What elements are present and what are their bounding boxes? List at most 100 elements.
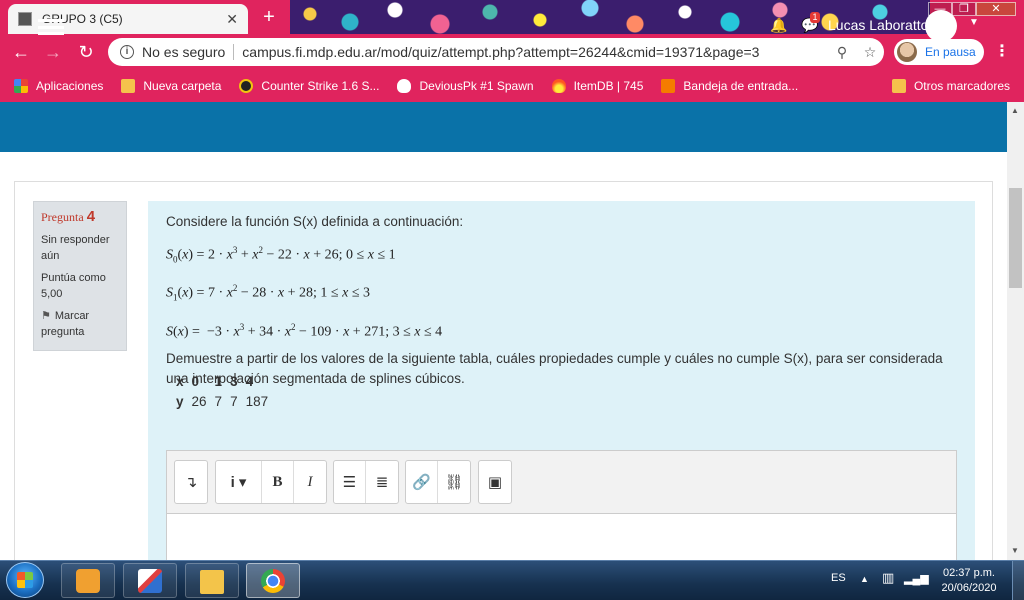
image-icon[interactable]: ▣ (479, 461, 511, 503)
scroll-down-icon[interactable]: ▼ (1011, 546, 1019, 555)
bookmark-itemdb[interactable]: ItemDB | 745 (551, 79, 643, 93)
table-header-x: x (176, 374, 184, 389)
flag-question-link[interactable]: ⚑ Marcar pregunta (41, 308, 119, 340)
network-signal-icon[interactable]: ▂▄▆ (904, 572, 929, 585)
question-number: 4 (86, 208, 96, 225)
table-row: x 0 1 3 4 (172, 372, 272, 392)
language-indicator[interactable]: ES (831, 572, 846, 584)
ordered-list-icon[interactable]: ≣ (366, 461, 398, 503)
info-icon[interactable]: i (120, 45, 134, 59)
equation-s: S(x) = −3 · x3 + 34 · x2 − 109 · x + 271… (166, 321, 443, 340)
bookmark-nueva-carpeta[interactable]: Nueva carpeta (121, 79, 221, 93)
close-window-button[interactable]: ✕ (976, 2, 1016, 16)
taskbar-clock[interactable]: 02:37 p.m. 20/06/2020 (934, 566, 1004, 596)
star-icon[interactable]: ☆ (856, 44, 884, 61)
hamburger-menu-icon[interactable] (38, 19, 64, 35)
toolbar-group-toggle: ↴ (174, 460, 208, 504)
bookmark-bandeja[interactable]: Bandeja de entrada... (661, 79, 798, 93)
table-cell: 1 (214, 374, 223, 389)
bookmark-label: Counter Strike 1.6 S... (261, 79, 380, 93)
link-icon[interactable]: 🔗 (406, 461, 438, 503)
windows-logo-icon (17, 572, 33, 588)
tab-close-icon[interactable]: ✕ (226, 11, 238, 28)
bell-icon[interactable]: 🔔 (770, 17, 787, 34)
unordered-list-icon[interactable]: ☰ (334, 461, 366, 503)
bookmarks-bar: Aplicaciones Nueva carpeta Counter Strik… (0, 70, 1024, 102)
question-grade: Puntúa como 5,00 (41, 272, 106, 300)
forward-arrow-icon[interactable]: → (42, 42, 64, 62)
vertical-scrollbar[interactable] (1007, 102, 1024, 560)
bookmark-label: Aplicaciones (36, 79, 104, 93)
table-cell: 26 (191, 394, 207, 409)
maximize-button[interactable]: ❐ (952, 2, 976, 16)
url-text[interactable]: campus.fi.mdp.edu.ar/mod/quiz/attempt.ph… (242, 44, 828, 60)
question-label: Pregunta (41, 210, 84, 224)
insecure-label[interactable]: No es seguro (142, 44, 225, 60)
bookmark-label: Bandeja de entrada... (683, 79, 799, 93)
address-bar[interactable]: i No es seguro campus.fi.mdp.edu.ar/mod/… (108, 38, 884, 66)
device-icon[interactable]: ▥ (882, 570, 894, 586)
zoom-icon[interactable]: ⚲ (828, 44, 856, 61)
unlink-icon[interactable]: ⛓ (438, 461, 470, 503)
address-separator (233, 44, 235, 60)
bookmark-label: Otros marcadores (913, 79, 1010, 93)
profile-avatar (897, 42, 917, 62)
toolbar-group-format: i ▾ B I (215, 460, 327, 504)
equation-s0: S0(x) = 2 · x3 + x2 − 22 · x + 26; 0 ≤ x… (166, 245, 396, 265)
table-cell: 7 (230, 394, 238, 409)
toolbar-group-links: 🔗 ⛓ (405, 460, 471, 504)
table-cell: 0 (191, 374, 200, 389)
folder-icon (200, 570, 224, 594)
scrollbar-thumb[interactable] (1009, 188, 1022, 288)
taskbar-media-player[interactable] (61, 563, 115, 598)
tab-favicon-icon (18, 12, 32, 26)
profile-status: En pausa (925, 45, 976, 59)
table-header-y: y (176, 394, 184, 409)
tray-expand-icon[interactable]: ▲ (860, 574, 869, 584)
italic-icon[interactable]: I (294, 461, 326, 503)
taskbar-explorer[interactable] (185, 563, 239, 598)
bookmark-deviouspk[interactable]: DeviousPk #1 Spawn (397, 79, 534, 93)
media-player-icon (76, 569, 100, 593)
bookmark-otros-marcadores[interactable]: Otros marcadores (891, 79, 1010, 93)
flag-icon: ⚑ (41, 310, 51, 322)
question-demand: Demuestre a partir de los valores de la … (166, 350, 943, 386)
folder-icon (121, 79, 136, 93)
question-intro: Considere la función S(x) definida a con… (166, 214, 464, 229)
show-desktop-button[interactable] (1012, 561, 1024, 600)
back-arrow-icon[interactable]: ← (10, 42, 32, 62)
bookmark-aplicaciones[interactable]: Aplicaciones (14, 79, 103, 93)
equation-s1: S1(x) = 7 · x2 − 28 · x + 28; 1 ≤ x ≤ 3 (166, 283, 370, 303)
message-count-badge: 1 (810, 12, 820, 23)
paint-icon (138, 569, 162, 593)
taskbar-chrome[interactable] (246, 563, 300, 598)
chrome-icon (261, 569, 285, 593)
new-tab-button[interactable]: + (256, 6, 282, 30)
toolbar-group-media: ▣ (478, 460, 512, 504)
bold-icon[interactable]: B (262, 461, 294, 503)
foro-icon (661, 79, 676, 93)
user-name[interactable]: Lucas Laboratto (828, 17, 928, 33)
user-avatar[interactable] (925, 10, 957, 42)
question-info-panel: Pregunta 4 Sin responder aún Puntúa como… (33, 201, 127, 351)
bookmark-counter-strike[interactable]: Counter Strike 1.6 S... (239, 79, 379, 93)
folder-icon (891, 79, 906, 93)
apps-icon (14, 79, 28, 93)
toolbar-group-lists: ☰ ≣ (333, 460, 399, 504)
browser-menu-icon[interactable]: ⋮ (994, 42, 1010, 62)
bookmark-label: Nueva carpeta (143, 79, 222, 93)
taskbar-paint[interactable] (123, 563, 177, 598)
chevron-down-icon[interactable]: ▼ (969, 17, 979, 28)
moodle-navbar (0, 102, 1007, 152)
reload-icon[interactable]: ↻ (75, 42, 97, 62)
table-cell: 187 (245, 394, 269, 409)
tab-title: GRUPO 3 (C5) (42, 12, 123, 26)
profile-button[interactable]: En pausa (894, 39, 984, 65)
question-text: Considere la función S(x) definida a con… (166, 212, 966, 389)
table-row: y 26 7 7 187 (172, 392, 272, 412)
toolbar-toggle-icon[interactable]: ↴ (175, 461, 207, 503)
shield-icon (397, 79, 412, 93)
cs-icon (239, 79, 254, 93)
paragraph-styles-icon[interactable]: i ▾ (216, 461, 262, 503)
scroll-up-icon[interactable]: ▲ (1011, 106, 1019, 115)
